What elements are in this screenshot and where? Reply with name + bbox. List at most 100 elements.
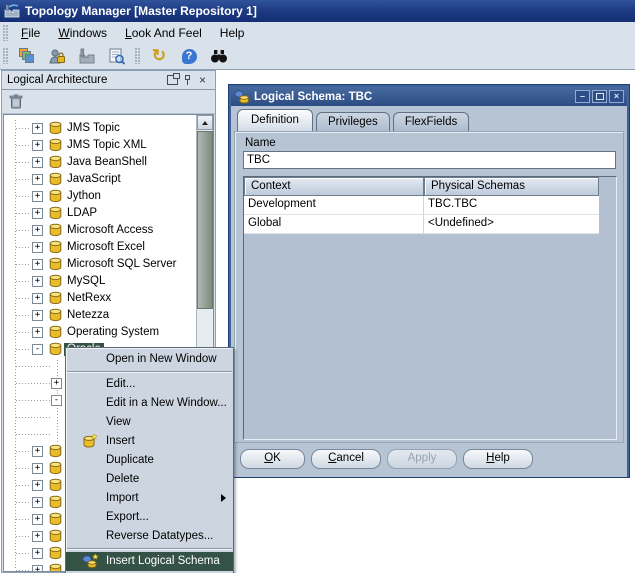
tree-expand-icon[interactable]: + [32, 446, 43, 457]
tree-collapse-icon[interactable]: - [51, 395, 62, 406]
tree-expand-icon[interactable]: + [32, 225, 43, 236]
help-button[interactable]: Help [463, 449, 533, 469]
cancel-button[interactable]: Cancel [311, 449, 381, 469]
minimize-icon[interactable]: – [575, 90, 590, 103]
tree-expand-icon[interactable]: + [51, 378, 62, 389]
float-window-icon[interactable] [165, 74, 180, 87]
tree-expand-icon[interactable]: + [32, 174, 43, 185]
tree-expand-icon[interactable]: + [32, 140, 43, 151]
technology-icon [48, 291, 63, 308]
menu-item-export[interactable]: Export... [66, 508, 233, 527]
database-cylinder-icon [48, 308, 63, 322]
tree-expand-icon[interactable]: + [32, 531, 43, 542]
tree-expand-icon[interactable]: + [32, 123, 43, 134]
technology-icon [48, 138, 63, 155]
tree-item-javascript[interactable]: + JavaScript [4, 171, 196, 188]
menu-item-label: Open in New Window [106, 353, 217, 365]
tree-item-label: LDAP [64, 207, 100, 220]
menubar-item-windows[interactable]: Windows [49, 24, 116, 42]
factory-icon [78, 48, 96, 64]
menu-item-duplicate[interactable]: Duplicate [66, 451, 233, 470]
refresh-icon[interactable]: ↻ [146, 45, 172, 67]
menu-item-view[interactable]: View [66, 413, 233, 432]
column-header-physical-schemas[interactable]: Physical Schemas [424, 177, 599, 196]
tree-item-jms-topic[interactable]: + JMS Topic [4, 120, 196, 137]
tree-expand-icon[interactable]: + [32, 565, 43, 572]
question-balloon-icon: ? [182, 49, 197, 64]
close-icon[interactable]: × [609, 90, 624, 103]
menubar-item-file[interactable]: File [12, 24, 49, 42]
menu-item-import[interactable]: Import [66, 489, 233, 508]
tree-branch-line [16, 145, 31, 146]
menubar-item-help[interactable]: Help [211, 24, 254, 42]
tree-item-microsoft-excel[interactable]: + Microsoft Excel [4, 239, 196, 256]
tab-privileges[interactable]: Privileges [316, 112, 390, 131]
maximize-icon[interactable] [592, 90, 607, 103]
new-objects-icon[interactable] [14, 45, 40, 67]
tree-expand-icon[interactable]: + [32, 242, 43, 253]
tree-expand-icon[interactable]: + [32, 497, 43, 508]
tree-item-netezza[interactable]: + Netezza [4, 307, 196, 324]
menu-item-reverse-datatypes[interactable]: Reverse Datatypes... [66, 527, 233, 546]
table-row[interactable]: Global<Undefined> [244, 215, 599, 234]
insert-technology-icon [82, 434, 98, 449]
menu-item-insert-logical-schema[interactable]: Insert Logical Schema [66, 552, 233, 571]
tab-flexfields[interactable]: FlexFields [393, 112, 469, 131]
scroll-up-button[interactable] [197, 115, 213, 130]
tree-expand-icon[interactable]: + [32, 208, 43, 219]
menubar-item-look-and-feel[interactable]: Look And Feel [116, 24, 211, 42]
security-user-icon[interactable] [44, 45, 70, 67]
tree-expand-icon[interactable]: + [32, 327, 43, 338]
technology-icon [48, 512, 63, 529]
tree-item-ldap[interactable]: + LDAP [4, 205, 196, 222]
tree-expand-icon[interactable]: + [32, 157, 43, 168]
menu-item-edit[interactable]: Edit... [66, 375, 233, 394]
trash-icon[interactable] [9, 94, 23, 109]
tree-expand-icon[interactable]: + [32, 463, 43, 474]
tree-expand-icon[interactable]: + [32, 293, 43, 304]
tree-branch-line [16, 128, 31, 129]
tree-expand-icon[interactable]: + [32, 548, 43, 559]
toolbar-grip-handle[interactable] [3, 48, 8, 64]
help-icon[interactable]: ? [176, 45, 202, 67]
tab-definition[interactable]: Definition [237, 109, 313, 131]
menu-item-insert[interactable]: Insert [66, 432, 233, 451]
context-schema-table: ContextPhysical Schemas DevelopmentTBC.T… [243, 176, 617, 440]
menu-item-open-in-new-window[interactable]: Open in New Window [66, 350, 233, 369]
tree-item-java-beanshell[interactable]: + Java BeanShell [4, 154, 196, 171]
tree-item-jython[interactable]: + Jython [4, 188, 196, 205]
find-icon[interactable] [206, 45, 232, 67]
user-lock-icon [48, 48, 66, 65]
pin-panel-icon[interactable] [180, 74, 195, 87]
menu-item-delete[interactable]: Delete [66, 470, 233, 489]
binoculars-icon [210, 49, 228, 63]
apply-button[interactable]: Apply [387, 449, 457, 469]
tree-item-mysql[interactable]: + MySQL [4, 273, 196, 290]
view-report-icon[interactable] [104, 45, 130, 67]
database-cylinder-icon [48, 240, 63, 254]
tree-collapse-icon[interactable]: - [32, 344, 43, 355]
ok-button[interactable]: OK [240, 449, 305, 469]
tree-item-operating-system[interactable]: + Operating System [4, 324, 196, 341]
column-header-context[interactable]: Context [244, 177, 424, 196]
tree-item-netrexx[interactable]: + NetRexx [4, 290, 196, 307]
tree-item-microsoft-access[interactable]: + Microsoft Access [4, 222, 196, 239]
tree-expand-icon[interactable]: + [32, 276, 43, 287]
tree-expand-icon[interactable]: + [32, 310, 43, 321]
tree-item-microsoft-sql-server[interactable]: + Microsoft SQL Server [4, 256, 196, 273]
tree-expand-icon[interactable]: + [32, 514, 43, 525]
tree-expand-icon[interactable]: + [32, 259, 43, 270]
name-input[interactable] [243, 151, 616, 169]
topology-factory-icon[interactable] [74, 45, 100, 67]
logical-schema-icon [234, 90, 250, 104]
close-panel-icon[interactable]: × [195, 74, 210, 87]
database-cylinder-icon [48, 478, 63, 492]
toolbar-grip-handle-2[interactable] [135, 48, 140, 64]
tree-expand-icon[interactable]: + [32, 480, 43, 491]
menu-item-edit-in-a-new-window[interactable]: Edit in a New Window... [66, 394, 233, 413]
table-row[interactable]: DevelopmentTBC.TBC [244, 196, 599, 215]
menubar-grip-handle[interactable] [3, 25, 8, 41]
tree-item-jms-topic-xml[interactable]: + JMS Topic XML [4, 137, 196, 154]
tree-expand-icon[interactable]: + [32, 191, 43, 202]
scrollbar-thumb[interactable] [197, 131, 213, 309]
